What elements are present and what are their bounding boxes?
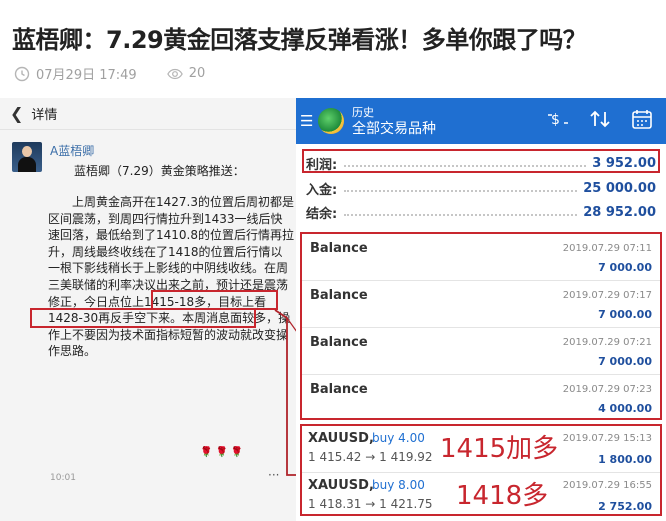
deal-name: Balance — [310, 382, 368, 397]
trade-date: 2019.07.29 16:55 — [562, 480, 652, 491]
chat-header: ❮ 详情 — [0, 98, 296, 130]
sort-icon[interactable] — [588, 109, 612, 133]
metatrader-logo — [318, 108, 344, 134]
deal-row[interactable]: Balance 2019.07.29 07:17 7 000.00 — [302, 281, 660, 328]
chat-panel: ❮ 详情 A蓝梧卿 蓝梧卿（7.29）黄金策略推送： 上周黄金高开在1427.3… — [0, 98, 296, 521]
trade-side: buy 4.00 — [372, 431, 425, 445]
trade-profit: 2 752.00 — [598, 500, 652, 513]
highlight-box-target — [30, 308, 256, 328]
trade-symbol: XAUUSD, — [308, 431, 374, 446]
deal-date: 2019.07.29 07:23 — [562, 384, 652, 395]
deal-amount: 4 000.00 — [598, 402, 652, 415]
trade-prices: 1 418.31 → 1 421.75 — [308, 497, 433, 511]
deal-amount: 7 000.00 — [598, 308, 652, 321]
deal-amount: 7 000.00 — [598, 261, 652, 274]
summary-label: 结余: — [306, 207, 338, 222]
trade-side: buy 8.00 — [372, 478, 425, 492]
summary-value: 25 000.00 — [583, 181, 656, 196]
history-header: ☰ 历史 全部交易品种 $ — [296, 98, 666, 144]
eye-icon — [166, 68, 183, 79]
summary-deposit: 入金: 25 000.00 — [306, 179, 656, 198]
svg-text:$: $ — [551, 112, 560, 128]
menu-icon[interactable]: ☰ — [300, 112, 314, 130]
message-time: 10:01 — [50, 473, 76, 483]
sender-name[interactable]: A蓝梧卿 — [50, 142, 94, 159]
summary-balance: 结余: 28 952.00 — [306, 203, 656, 222]
history-title-small: 历史 — [352, 106, 374, 119]
deal-name: Balance — [310, 335, 368, 350]
deal-name: Balance — [310, 241, 368, 256]
article-meta: 07月29日 17:49 20 — [14, 64, 205, 83]
rose-emojis: 🌹🌹🌹 — [200, 447, 247, 458]
trade-profit: 1 800.00 — [598, 453, 652, 466]
strategy-message: 上周黄金高开在1427.3的位置后周初都是区间震荡，到周四行情拉升到1433一线… — [48, 195, 294, 359]
views-count: 20 — [188, 66, 206, 81]
back-icon[interactable]: ❮ — [10, 104, 23, 123]
trade-annotation: 1418多 — [456, 481, 549, 511]
deal-row[interactable]: Balance 2019.07.29 07:23 4 000.00 — [302, 375, 660, 422]
article-title: 蓝梧卿：7.29黄金回落支撑反弹看涨！多单你跟了吗？ — [12, 26, 587, 54]
deal-amount: 7 000.00 — [598, 355, 652, 368]
views-counter: 20 — [166, 66, 206, 82]
avatar[interactable] — [12, 142, 42, 172]
trade-date: 2019.07.29 15:13 — [562, 433, 652, 444]
highlight-box-entry — [151, 290, 278, 310]
history-title-main: 全部交易品种 — [352, 121, 436, 137]
summary-label: 入金: — [306, 183, 338, 198]
currency-filter-icon[interactable]: $ — [546, 109, 570, 133]
deal-date: 2019.07.29 07:17 — [562, 290, 652, 301]
history-panel: ☰ 历史 全部交易品种 $ 利润: 3 952.00 入金: 25 000.00 — [296, 98, 666, 521]
highlight-box-profit — [302, 149, 660, 173]
deal-name: Balance — [310, 288, 368, 303]
deal-row[interactable]: Balance 2019.07.29 07:11 7 000.00 — [302, 234, 660, 281]
strategy-intro: 蓝梧卿（7.29）黄金策略推送： — [74, 164, 245, 178]
trade-symbol: XAUUSD, — [308, 478, 374, 493]
clock-icon — [14, 66, 30, 81]
trade-annotation: 1415加多 — [440, 434, 559, 464]
article-date: 07月29日 17:49 — [36, 68, 137, 83]
deal-date: 2019.07.29 07:21 — [562, 337, 652, 348]
deal-date: 2019.07.29 07:11 — [562, 243, 652, 254]
trade-prices: 1 415.42 → 1 419.92 — [308, 450, 433, 464]
summary-value: 28 952.00 — [583, 205, 656, 220]
more-options-icon[interactable]: ··· — [268, 468, 279, 482]
calendar-icon[interactable] — [630, 108, 654, 134]
chat-header-title: 详情 — [31, 108, 58, 123]
deal-row[interactable]: Balance 2019.07.29 07:21 7 000.00 — [302, 328, 660, 375]
